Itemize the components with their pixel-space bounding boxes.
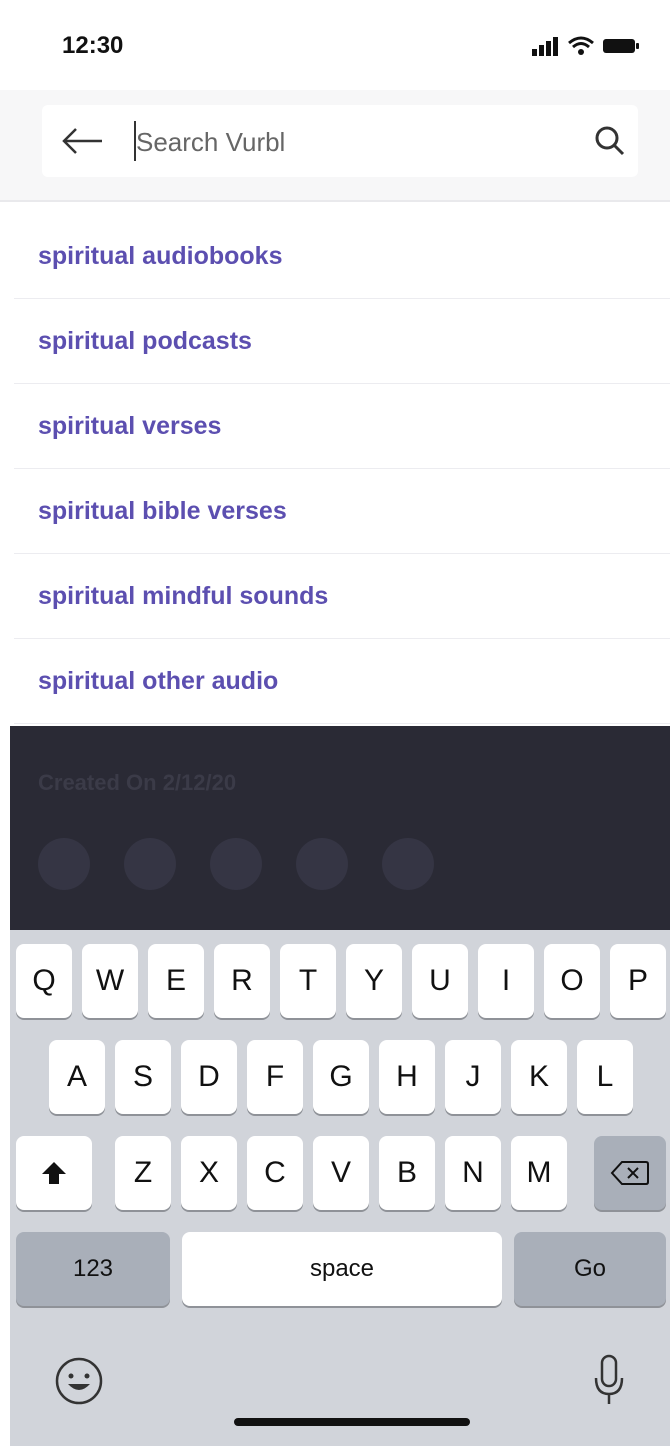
key-s[interactable]: S <box>115 1040 171 1114</box>
search-icon[interactable] <box>592 123 628 159</box>
dimmed-circle-icon <box>382 838 434 890</box>
suggestion-item[interactable]: spiritual audiobooks <box>14 214 670 299</box>
search-box <box>42 105 638 177</box>
key-v[interactable]: V <box>313 1136 369 1210</box>
status-bar: 12:30 <box>0 0 670 90</box>
suggestion-item[interactable]: spiritual bible verses <box>14 469 670 554</box>
suggestion-item[interactable]: spiritual verses <box>14 384 670 469</box>
keyboard: Q W E R T Y U I O P A S D F G H J K L Z … <box>10 930 670 1446</box>
key-f[interactable]: F <box>247 1040 303 1114</box>
home-indicator <box>234 1418 470 1426</box>
key-y[interactable]: Y <box>346 944 402 1018</box>
dimmed-circle-icon <box>210 838 262 890</box>
key-t[interactable]: T <box>280 944 336 1018</box>
key-r[interactable]: R <box>214 944 270 1018</box>
suggestion-list: spiritual audiobooks spiritual podcasts … <box>14 214 670 724</box>
key-e[interactable]: E <box>148 944 204 1018</box>
signal-icon <box>532 36 560 61</box>
key-l[interactable]: L <box>577 1040 633 1114</box>
key-m[interactable]: M <box>511 1136 567 1210</box>
backspace-key[interactable] <box>594 1136 666 1210</box>
key-g[interactable]: G <box>313 1040 369 1114</box>
back-arrow-icon[interactable] <box>60 123 104 159</box>
dimmed-icon-row <box>38 838 434 890</box>
suggestion-item[interactable]: spiritual podcasts <box>14 299 670 384</box>
dimmed-circle-icon <box>38 838 90 890</box>
phone-screen: 12:30 Search Vurbl spiritual audiobooks … <box>0 0 670 1446</box>
key-i[interactable]: I <box>478 944 534 1018</box>
key-z[interactable]: Z <box>115 1136 171 1210</box>
wifi-icon <box>568 36 594 61</box>
key-d[interactable]: D <box>181 1040 237 1114</box>
key-c[interactable]: C <box>247 1136 303 1210</box>
dimmed-circle-icon <box>296 838 348 890</box>
shift-arrow-icon <box>42 1162 66 1184</box>
go-key[interactable]: Go <box>514 1232 666 1306</box>
suggestion-item[interactable]: spiritual other audio <box>14 639 670 724</box>
shift-key[interactable] <box>16 1136 92 1210</box>
key-q[interactable]: Q <box>16 944 72 1018</box>
microphone-icon[interactable] <box>592 1354 626 1408</box>
suggestion-item[interactable]: spiritual mindful sounds <box>14 554 670 639</box>
status-time: 12:30 <box>62 32 124 59</box>
battery-icon <box>602 37 640 60</box>
key-x[interactable]: X <box>181 1136 237 1210</box>
search-input[interactable] <box>134 119 578 165</box>
key-h[interactable]: H <box>379 1040 435 1114</box>
space-key[interactable]: space <box>182 1232 502 1306</box>
dimmed-background: Created On 2/12/20 <box>10 726 670 930</box>
search-header <box>0 90 670 202</box>
key-n[interactable]: N <box>445 1136 501 1210</box>
backspace-icon <box>610 1161 649 1185</box>
key-u[interactable]: U <box>412 944 468 1018</box>
key-w[interactable]: W <box>82 944 138 1018</box>
numbers-key[interactable]: 123 <box>16 1232 170 1306</box>
text-cursor <box>134 121 136 161</box>
key-o[interactable]: O <box>544 944 600 1018</box>
key-p[interactable]: P <box>610 944 666 1018</box>
status-icons <box>532 36 640 61</box>
created-date-label: Created On 2/12/20 <box>38 770 237 795</box>
emoji-icon[interactable] <box>54 1356 104 1406</box>
key-k[interactable]: K <box>511 1040 567 1114</box>
key-j[interactable]: J <box>445 1040 501 1114</box>
key-a[interactable]: A <box>49 1040 105 1114</box>
key-b[interactable]: B <box>379 1136 435 1210</box>
dimmed-circle-icon <box>124 838 176 890</box>
